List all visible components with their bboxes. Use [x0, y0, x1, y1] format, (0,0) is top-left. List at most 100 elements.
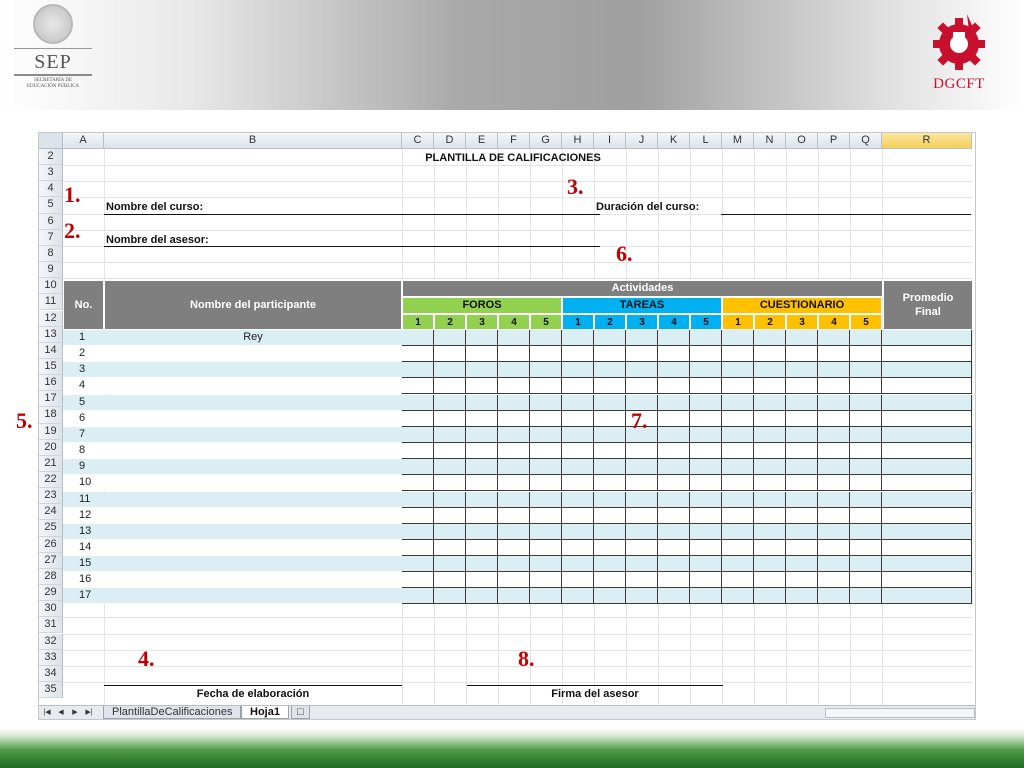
grade-cell[interactable]	[530, 507, 562, 524]
grade-cell[interactable]	[626, 443, 658, 460]
grade-cell[interactable]	[818, 572, 850, 589]
grade-cell[interactable]	[466, 378, 498, 395]
grade-cell[interactable]	[786, 491, 818, 508]
row-header-19[interactable]: 19	[39, 423, 63, 440]
grade-cell[interactable]	[594, 572, 626, 589]
grade-cell[interactable]	[498, 443, 530, 460]
grade-cell[interactable]	[690, 410, 722, 427]
grade-cell[interactable]	[402, 572, 434, 589]
grade-cell[interactable]	[434, 539, 466, 556]
grade-cell[interactable]	[882, 556, 972, 573]
grade-cell[interactable]	[722, 459, 754, 476]
row-header-10[interactable]: 10	[39, 278, 63, 295]
grade-cell[interactable]	[434, 410, 466, 427]
grade-cell[interactable]	[594, 362, 626, 379]
table-row[interactable]: 13	[63, 523, 973, 540]
grade-cell[interactable]	[882, 459, 972, 476]
table-row[interactable]: 14	[63, 539, 973, 556]
next-sheet-icon[interactable]: ▶	[69, 707, 81, 718]
grade-cell[interactable]	[658, 475, 690, 492]
grade-cell[interactable]	[434, 459, 466, 476]
grade-cell[interactable]	[786, 475, 818, 492]
row-header-26[interactable]: 26	[39, 536, 63, 553]
grade-cell[interactable]	[818, 410, 850, 427]
participant-name[interactable]: Rey	[104, 331, 402, 343]
grade-cell[interactable]	[818, 507, 850, 524]
grade-cell[interactable]	[562, 394, 594, 411]
grade-cell[interactable]	[818, 394, 850, 411]
table-row[interactable]: 8	[63, 443, 973, 460]
grade-cell[interactable]	[402, 459, 434, 476]
grade-cell[interactable]	[722, 491, 754, 508]
grade-cell[interactable]	[434, 362, 466, 379]
grade-cell[interactable]	[722, 588, 754, 605]
grade-cell[interactable]	[402, 523, 434, 540]
grade-cell[interactable]	[786, 523, 818, 540]
cell-grid[interactable]: PLANTILLA DE CALIFICACIONES Nombre del c…	[63, 149, 973, 709]
grade-cell[interactable]	[882, 410, 972, 427]
grade-cell[interactable]	[754, 443, 786, 460]
grade-cell[interactable]	[594, 394, 626, 411]
grade-cell[interactable]	[818, 426, 850, 443]
spreadsheet[interactable]: ABCDEFGHIJKLMNOPQR 2 3 4 5 6 7 8 9 10 11 12 13 14 15 1…	[38, 132, 976, 720]
grade-cell[interactable]	[754, 378, 786, 395]
grade-cell[interactable]	[402, 378, 434, 395]
grade-cell[interactable]	[626, 362, 658, 379]
grade-cell[interactable]	[690, 572, 722, 589]
grade-cell[interactable]	[562, 346, 594, 363]
grade-cell[interactable]	[530, 459, 562, 476]
grade-cell[interactable]	[626, 556, 658, 573]
grade-cell[interactable]	[562, 507, 594, 524]
grade-cell[interactable]	[786, 572, 818, 589]
grade-cell[interactable]	[786, 588, 818, 605]
grade-cell[interactable]	[530, 539, 562, 556]
grade-cell[interactable]	[882, 394, 972, 411]
grade-cell[interactable]	[626, 330, 658, 346]
grade-cell[interactable]	[594, 523, 626, 540]
grade-cell[interactable]	[690, 539, 722, 556]
grade-cell[interactable]	[786, 362, 818, 379]
row-header-13[interactable]: 13	[39, 326, 63, 343]
row-header-32[interactable]: 32	[39, 633, 63, 650]
grade-cell[interactable]	[626, 523, 658, 540]
sheet-tab-plantilla[interactable]: PlantillaDeCalificaciones	[103, 706, 242, 719]
grade-cell[interactable]	[690, 459, 722, 476]
row-header-28[interactable]: 28	[39, 568, 63, 586]
grade-cell[interactable]	[562, 362, 594, 379]
sheet-tab-hoja1[interactable]: Hoja1	[241, 706, 289, 719]
grade-cell[interactable]	[594, 426, 626, 443]
grade-cell[interactable]	[722, 426, 754, 443]
grade-cell[interactable]	[562, 459, 594, 476]
column-header-p[interactable]: P	[818, 133, 850, 149]
grade-cell[interactable]	[530, 378, 562, 395]
row-header-27[interactable]: 27	[39, 552, 63, 569]
grade-cell[interactable]	[690, 443, 722, 460]
grade-cell[interactable]	[594, 443, 626, 460]
grade-cell[interactable]	[754, 475, 786, 492]
grade-cell[interactable]	[754, 410, 786, 427]
grade-cell[interactable]	[818, 346, 850, 363]
column-header-l[interactable]: L	[690, 133, 722, 149]
table-row[interactable]: 11	[63, 491, 973, 508]
grade-cell[interactable]	[498, 394, 530, 411]
column-header-d[interactable]: D	[434, 133, 466, 149]
grade-cell[interactable]	[850, 572, 882, 589]
grade-cell[interactable]	[754, 523, 786, 540]
grade-cell[interactable]	[658, 346, 690, 363]
grade-cell[interactable]	[498, 459, 530, 476]
grade-cell[interactable]	[658, 410, 690, 427]
column-header-q[interactable]: Q	[850, 133, 882, 149]
grade-cell[interactable]	[434, 426, 466, 443]
grade-cell[interactable]	[402, 362, 434, 379]
row-header-34[interactable]: 34	[39, 665, 63, 682]
grade-cell[interactable]	[658, 394, 690, 411]
horizontal-scrollbar[interactable]	[825, 708, 975, 718]
grade-cell[interactable]	[434, 507, 466, 524]
grade-cell[interactable]	[402, 475, 434, 492]
grade-cell[interactable]	[882, 475, 972, 492]
table-row[interactable]: 5	[63, 394, 973, 411]
grade-cell[interactable]	[562, 556, 594, 573]
row-header-6[interactable]: 6	[39, 213, 63, 230]
grade-cell[interactable]	[562, 426, 594, 443]
grade-cell[interactable]	[562, 330, 594, 346]
